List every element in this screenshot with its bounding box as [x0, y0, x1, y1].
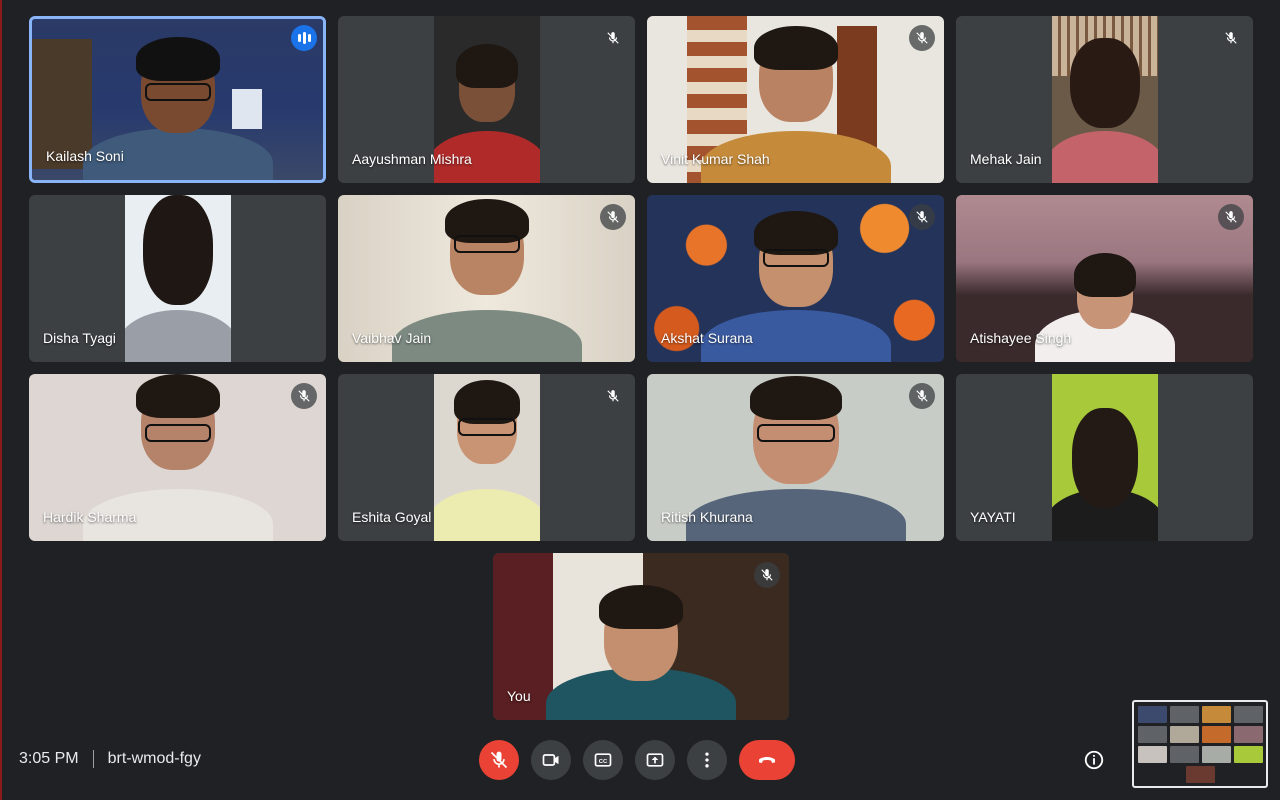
participant-tile[interactable]: Mehak Jain: [956, 16, 1253, 183]
mic-off-icon: [600, 25, 626, 51]
participant-video: [125, 195, 231, 362]
participant-name: Ritish Khurana: [661, 509, 753, 525]
participant-tile[interactable]: Akshat Surana: [647, 195, 944, 362]
participant-name: Vaibhav Jain: [352, 330, 432, 346]
svg-text:CC: CC: [599, 759, 608, 765]
window-edge: [0, 0, 2, 800]
participant-tile[interactable]: Hardik Sharma: [29, 374, 326, 541]
meeting-details: 3:05 PM brt-wmod-fgy: [19, 750, 201, 768]
participant-tile[interactable]: Disha Tyagi: [29, 195, 326, 362]
mic-off-icon: [490, 751, 508, 769]
speaking-indicator-icon: [291, 25, 317, 51]
meeting-info-button[interactable]: [1082, 748, 1106, 772]
closed-captions-icon: CC: [594, 753, 612, 767]
participant-tile[interactable]: Vaibhav Jain: [338, 195, 635, 362]
participant-name: Kailash Soni: [46, 148, 124, 164]
divider: [92, 750, 94, 768]
mic-off-icon: [754, 562, 780, 588]
participant-tile[interactable]: Vinit Kumar Shah: [647, 16, 944, 183]
participant-tile[interactable]: Ritish Khurana: [647, 374, 944, 541]
participant-tile[interactable]: YAYATI: [956, 374, 1253, 541]
present-screen-button[interactable]: [635, 740, 675, 780]
participant-name: Disha Tyagi: [43, 330, 116, 346]
mic-off-icon: [291, 383, 317, 409]
mic-off-icon: [909, 383, 935, 409]
end-call-icon: [759, 757, 775, 763]
mic-off-icon: [600, 383, 626, 409]
mic-off-icon: [909, 204, 935, 230]
participant-video: [493, 553, 789, 720]
participant-name: Akshat Surana: [661, 330, 753, 346]
mic-off-icon: [1218, 25, 1244, 51]
captions-button[interactable]: CC: [583, 740, 623, 780]
meeting-time: 3:05 PM: [19, 750, 79, 767]
camera-icon: [542, 754, 559, 766]
info-icon: [1084, 750, 1104, 770]
more-options-button[interactable]: [687, 740, 727, 780]
more-options-icon: [705, 752, 709, 768]
participant-name: Hardik Sharma: [43, 509, 137, 525]
end-call-button[interactable]: [739, 740, 795, 780]
participant-name: Aayushman Mishra: [352, 151, 472, 167]
meeting-code[interactable]: brt-wmod-fgy: [108, 750, 201, 768]
mic-off-icon: [1218, 204, 1244, 230]
present-screen-icon: [646, 753, 664, 767]
mic-off-icon: [909, 25, 935, 51]
participant-name: Eshita Goyal: [352, 509, 432, 525]
participant-tile[interactable]: Eshita Goyal: [338, 374, 635, 541]
participant-name: Mehak Jain: [970, 151, 1042, 167]
participant-video: [1052, 374, 1158, 541]
participant-tile[interactable]: Aayushman Mishra: [338, 16, 635, 183]
participant-name: Vinit Kumar Shah: [661, 151, 770, 167]
participant-name: You: [507, 688, 531, 704]
self-view-tile[interactable]: You: [493, 553, 789, 720]
participant-tile[interactable]: Kailash Soni: [29, 16, 326, 183]
participant-tile[interactable]: Atishayee Singh: [956, 195, 1253, 362]
participant-name: Atishayee Singh: [970, 330, 1072, 346]
participant-video: [1052, 16, 1158, 183]
presentation-thumbnail[interactable]: [1132, 700, 1268, 788]
mic-toggle-button[interactable]: [479, 740, 519, 780]
mic-off-icon: [600, 204, 626, 230]
participant-video: [434, 374, 540, 541]
camera-toggle-button[interactable]: [531, 740, 571, 780]
participant-name: YAYATI: [970, 509, 1016, 525]
